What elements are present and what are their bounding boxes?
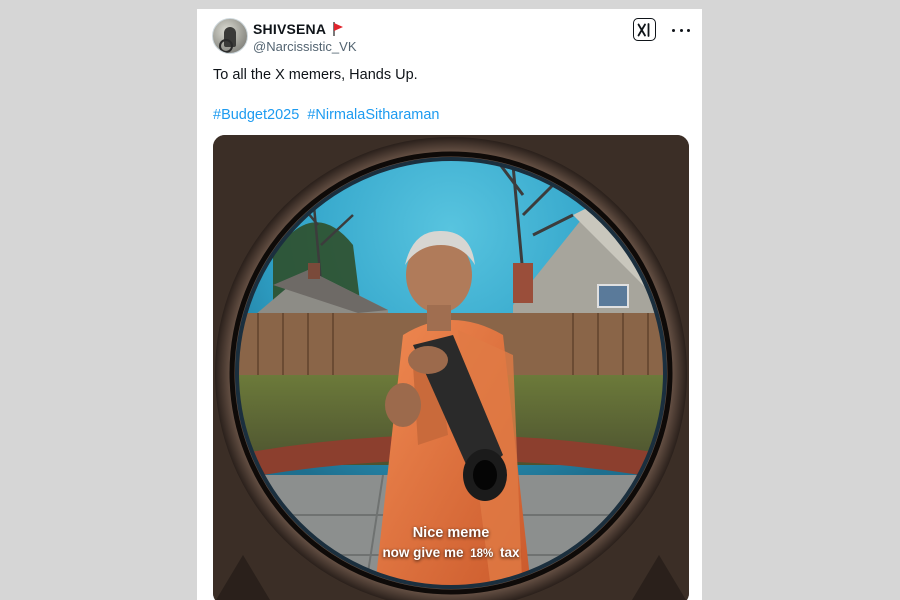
hashtag-budget2025[interactable]: #Budget2025 xyxy=(213,107,299,123)
tweet-media-image[interactable]: Nice meme now give me 18% tax xyxy=(213,135,689,600)
caption-prefix: now give me xyxy=(382,545,464,560)
media-caption-line1: Nice meme xyxy=(412,525,490,541)
user-handle[interactable]: @Narcissistic_VK xyxy=(253,39,357,54)
more-options-icon[interactable] xyxy=(672,27,690,33)
red-flag-icon xyxy=(332,21,344,36)
profile-avatar[interactable] xyxy=(212,18,248,54)
hashtag-nirmalasitharaman[interactable]: #NirmalaSitharaman xyxy=(307,107,439,123)
display-name-row: SHIVSENA xyxy=(253,19,357,38)
display-name[interactable]: SHIVSENA xyxy=(253,21,326,37)
tweet-card[interactable]: SHIVSENA @Narcissistic_VK To all the X m… xyxy=(197,9,702,600)
caption-tax-value: 18% xyxy=(470,548,494,560)
caption-suffix: tax xyxy=(500,545,520,560)
page: SHIVSENA @Narcissistic_VK To all the X m… xyxy=(0,0,900,600)
tweet-text: To all the X memers, Hands Up. xyxy=(213,67,418,83)
avatar-wheel xyxy=(219,39,233,53)
media-caption-line2: now give me 18% tax xyxy=(213,545,689,560)
hashtag-row: #Budget2025 #NirmalaSitharaman xyxy=(213,106,443,124)
x-logo-icon[interactable] xyxy=(633,18,656,41)
user-block: SHIVSENA @Narcissistic_VK xyxy=(253,19,357,55)
tweet-header: SHIVSENA @Narcissistic_VK xyxy=(212,18,690,62)
